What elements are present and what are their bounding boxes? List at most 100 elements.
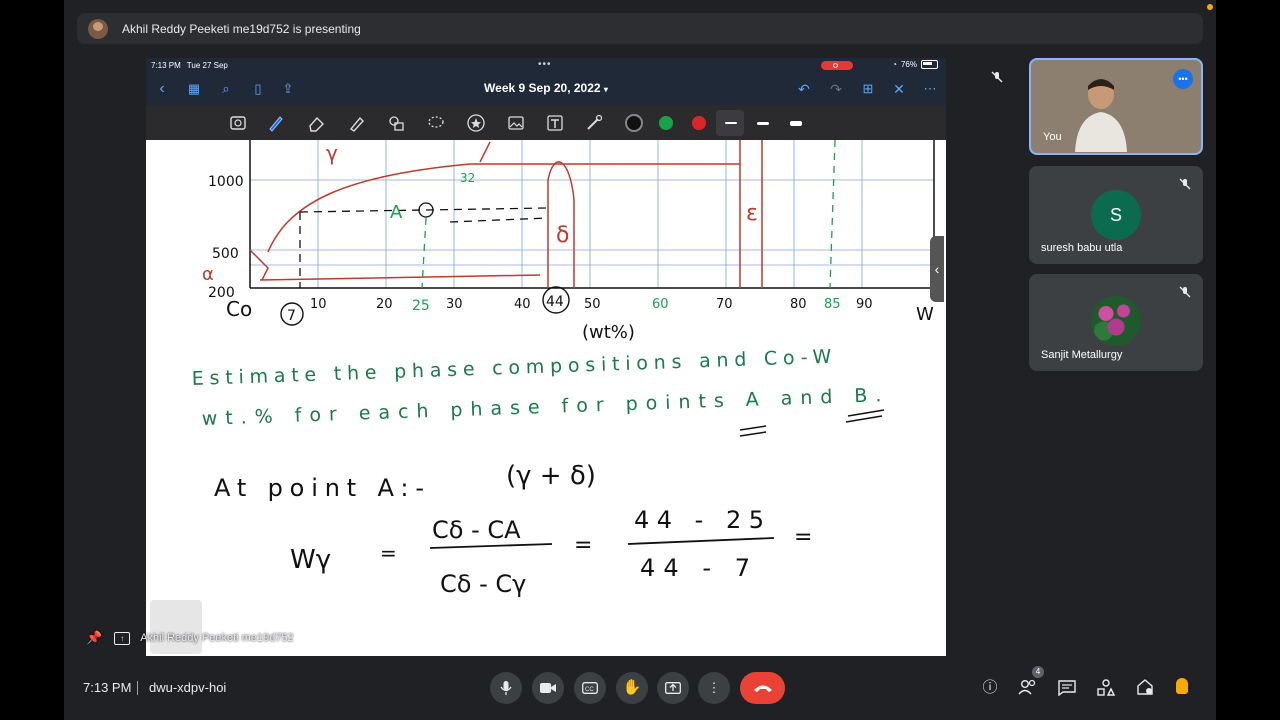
close-icon[interactable]: ✕: [889, 79, 909, 99]
pen-icon[interactable]: [266, 113, 286, 133]
phase-diagram-handwriting: 1000 500 200 Co 10 20 25 30 40 44 50 60 …: [191, 140, 935, 598]
chevron-down-icon: ▾: [603, 85, 608, 94]
origin-label: Co: [226, 297, 252, 321]
y-tick-label: 500: [212, 246, 239, 262]
screen-record-icon: [821, 61, 853, 70]
battery-text: 76%: [900, 60, 917, 69]
elements-icon[interactable]: [466, 113, 486, 133]
avatar: [1091, 296, 1141, 346]
x-tick-label: 60: [652, 297, 669, 312]
mic-off-icon: [1179, 178, 1191, 190]
curve-label: 32: [460, 171, 475, 185]
shapes-icon[interactable]: [386, 113, 406, 133]
equals-sign: =: [380, 541, 397, 565]
presenter-avatar: [88, 18, 108, 39]
raise-hand-button[interactable]: ✋: [616, 672, 648, 704]
equals-sign: =: [794, 525, 812, 550]
more-icon[interactable]: ⋯: [920, 79, 940, 99]
question-line-1: Estimate the phase compositions and Co-W: [191, 346, 832, 390]
companion-bulb-icon[interactable]: [1176, 678, 1188, 694]
presenter-name: Akhil Reddy Peeketi me19d752: [140, 632, 294, 644]
eraser-icon[interactable]: [306, 113, 326, 133]
participant-tile-suresh[interactable]: S suresh babu utla: [1029, 166, 1203, 264]
point-a-label: A: [390, 202, 403, 223]
present-icon: [665, 682, 681, 694]
undo-icon[interactable]: ↶: [794, 79, 814, 99]
note-canvas[interactable]: 1000 500 200 Co 10 20 25 30 40 44 50 60 …: [150, 140, 942, 656]
numerator-values: 44 - 25: [634, 506, 764, 534]
y-tick-label: 1000: [208, 174, 244, 190]
redo-icon[interactable]: ↷: [826, 79, 846, 99]
lasso-zoom-icon[interactable]: [228, 113, 248, 133]
stroke-medium-button[interactable]: [757, 122, 769, 125]
lasso-icon[interactable]: [426, 113, 446, 133]
lever-rule-work: At point A:- (γ + δ) Wγ = Cδ - CA Cδ - C…: [214, 461, 812, 598]
participant-tile-you[interactable]: ••• You: [1029, 58, 1203, 155]
captions-icon: CC: [582, 682, 598, 694]
presenter-label: 📌 ↑ Akhil Reddy Peeketi me19d752: [86, 630, 294, 646]
captions-button[interactable]: CC: [574, 672, 606, 704]
camera-icon: [540, 683, 556, 693]
meeting-time: 7:13 PM: [83, 680, 132, 695]
present-screen-icon[interactable]: ↑: [114, 631, 131, 645]
people-icon[interactable]: [1018, 679, 1038, 695]
hand-icon: ✋: [622, 679, 642, 696]
camera-button[interactable]: [532, 672, 564, 704]
participant-name: You: [1043, 131, 1062, 143]
at-point-text: At point A:-: [214, 474, 424, 502]
more-vert-icon: ⋮: [707, 680, 721, 695]
wifi-icon: ◔: [892, 60, 897, 69]
people-count-badge: 4: [1032, 666, 1044, 678]
color-green-swatch[interactable]: [659, 116, 673, 130]
highlighter-icon[interactable]: [346, 113, 366, 133]
laser-pointer-icon[interactable]: [584, 113, 604, 133]
host-controls-icon[interactable]: [1136, 678, 1154, 696]
speaking-indicator-icon: •••: [1173, 69, 1193, 89]
stroke-thin-button[interactable]: [725, 122, 737, 124]
stroke-thick-button[interactable]: [790, 121, 802, 126]
x-end-label: W: [916, 304, 934, 325]
participant-tile-sanjit[interactable]: Sanjit Metallurgy: [1029, 274, 1203, 371]
grid-lines: [250, 140, 934, 288]
pin-icon[interactable]: 📌: [86, 630, 102, 646]
meeting-details-icon[interactable]: ⓘ: [980, 678, 1000, 698]
color-red-swatch[interactable]: [692, 116, 706, 130]
image-icon[interactable]: [506, 113, 526, 133]
x-tick-label: 40: [514, 297, 531, 312]
x-tick-label: 70: [716, 297, 733, 312]
x-tick-label: 20: [376, 297, 393, 312]
equals-sign: =: [574, 533, 592, 558]
chat-icon[interactable]: [1058, 680, 1076, 696]
meeting-code: dwu-xdpv-hoi: [149, 680, 227, 695]
x-tick-label: 50: [584, 297, 601, 312]
doc-title: Week 9 Sep 20, 2022: [484, 81, 601, 95]
presenting-text: Akhil Reddy Peeketi me19d752 is presenti…: [122, 21, 361, 36]
x-unit-label: (wt%): [582, 322, 635, 343]
x-tick-label: 30: [446, 297, 463, 312]
phases-text: (γ + δ): [506, 461, 596, 491]
present-button[interactable]: [657, 672, 689, 704]
status-date: Tue 27 Sep: [186, 61, 228, 70]
shared-screen: 7:13 PM Tue 27 Sep ••• ◔ 76% ‹ ▦ ⌕ ▯ ⇪ W…: [146, 58, 946, 656]
x-tick-label: 44: [546, 294, 564, 310]
participant-video: [1075, 79, 1127, 152]
presenting-banner: Akhil Reddy Peeketi me19d752 is presenti…: [77, 13, 1203, 44]
alpha-label: α: [202, 264, 214, 285]
add-page-icon[interactable]: ⊞: [858, 79, 878, 99]
leave-call-button[interactable]: [740, 672, 785, 704]
activities-icon[interactable]: [1097, 679, 1115, 696]
color-black-swatch[interactable]: [625, 114, 643, 132]
sidebar-handle-chevron-left-icon[interactable]: ‹: [930, 236, 944, 302]
more-options-button[interactable]: ⋮: [698, 672, 730, 704]
numerator-text: Cδ - CA: [432, 516, 521, 544]
svg-text:CC: CC: [585, 687, 594, 693]
x-tick-label: 85: [824, 297, 841, 312]
mic-button[interactable]: [490, 672, 522, 704]
text-tool-icon[interactable]: [545, 113, 565, 133]
status-time: 7:13 PM: [151, 61, 181, 70]
x-tick-label: 25: [412, 298, 430, 314]
divider: [137, 681, 138, 695]
point-marker-label: 7: [287, 308, 296, 324]
x-tick-label: 10: [310, 297, 327, 312]
denominator-text: Cδ - Cγ: [440, 570, 526, 598]
